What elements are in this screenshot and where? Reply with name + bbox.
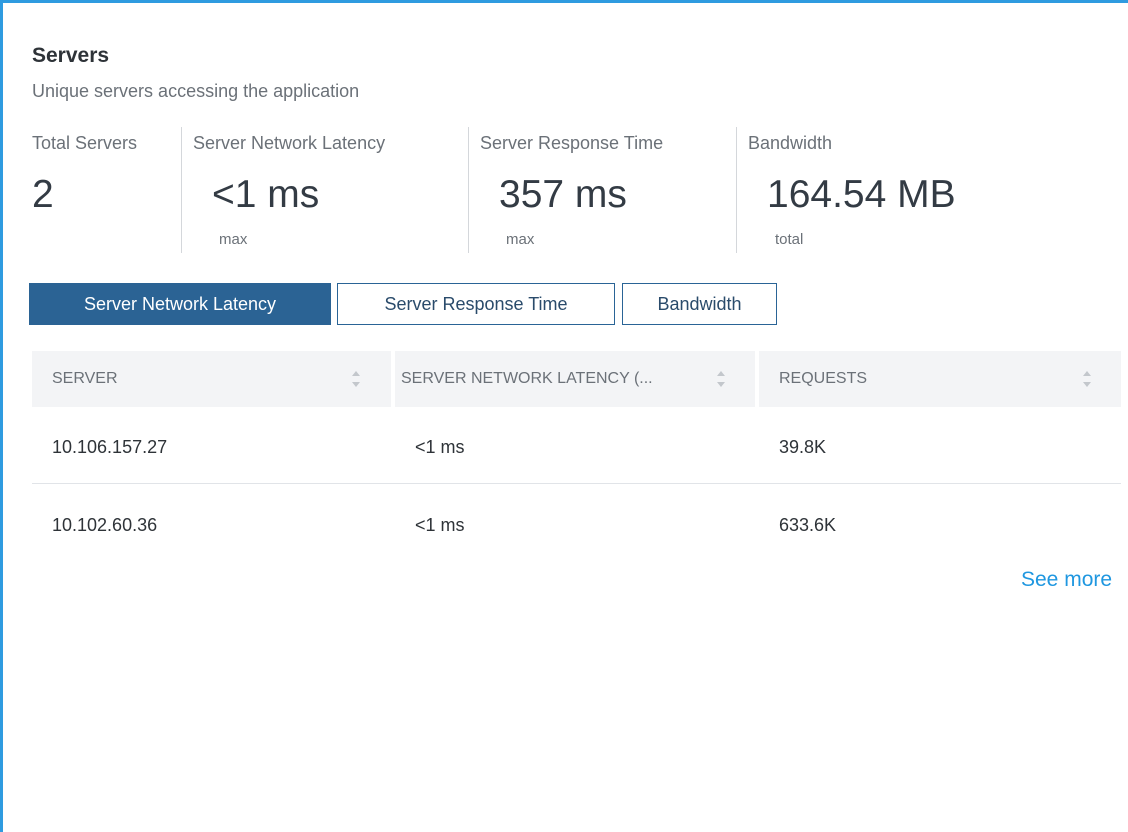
metric-label: Bandwidth (748, 133, 833, 153)
metric-sub: max (506, 231, 535, 248)
tab-bandwidth[interactable]: Bandwidth (622, 283, 777, 325)
metric-label: Server Network Latency (193, 133, 386, 153)
cell-requests: 39.8K (779, 437, 827, 457)
metric-server-response-time: Server Response Time 357 ms max (468, 127, 735, 253)
metric-value: <1 ms (212, 173, 320, 216)
sort-up-down-icon (717, 371, 725, 387)
panel-subtitle: Unique servers accessing the application (32, 81, 360, 101)
cell-server: 10.102.60.36 (52, 515, 158, 535)
metric-value: 357 ms (499, 173, 627, 216)
column-header-label: REQUESTS (779, 370, 868, 387)
sort-up-down-icon (352, 371, 360, 387)
tab-server-network-latency[interactable]: Server Network Latency (29, 283, 331, 325)
metric-sub: max (219, 231, 248, 248)
servers-panel: Servers Unique servers accessing the app… (0, 0, 1128, 832)
column-header-requests[interactable]: REQUESTS (759, 351, 1121, 407)
metric-label: Total Servers (32, 133, 138, 153)
metric-total-servers: Total Servers 2 (32, 127, 179, 253)
metric-value: 164.54 MB (767, 173, 956, 216)
column-header-server[interactable]: SERVER (32, 351, 391, 407)
column-header-label: SERVER NETWORK LATENCY (... (401, 370, 653, 387)
column-header-label: SERVER (52, 370, 118, 387)
cell-server: 10.106.157.27 (52, 437, 168, 457)
tab-server-response-time[interactable]: Server Response Time (337, 283, 615, 325)
panel-title: Servers (32, 44, 110, 67)
metric-label: Server Response Time (480, 133, 664, 153)
column-header-server-network-latency[interactable]: SERVER NETWORK LATENCY (... (395, 351, 755, 407)
metric-sub: total (775, 231, 804, 248)
metric-bandwidth: Bandwidth 164.54 MB total (736, 127, 1037, 253)
see-more-link[interactable]: See more (1021, 566, 1112, 594)
metric-server-network-latency: Server Network Latency <1 ms max (181, 127, 467, 253)
row-divider (32, 483, 1121, 484)
cell-latency: <1 ms (415, 515, 465, 535)
cell-requests: 633.6K (779, 515, 837, 535)
metric-value: 2 (32, 173, 54, 216)
cell-latency: <1 ms (415, 437, 465, 457)
sort-up-down-icon (1083, 371, 1091, 387)
